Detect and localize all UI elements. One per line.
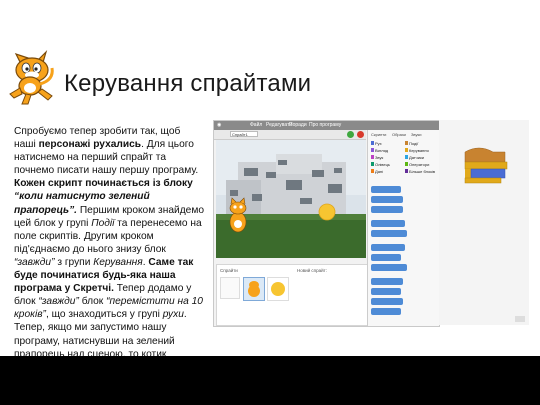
tab-scripts[interactable]: Скрипти: [371, 132, 386, 137]
new-sprite-label: Новий спрайт:: [297, 268, 327, 273]
block-turn-left[interactable]: [371, 206, 403, 213]
menu-item-about[interactable]: Про програму: [309, 122, 341, 128]
sprite-thumbnail-cat[interactable]: [243, 277, 265, 301]
body-paragraph: Спробуємо тепер зробити так, щоб наші пе…: [14, 125, 204, 356]
scratch-screenshot: ◉ Файл Редагувати Поради Про програму Сп…: [213, 120, 440, 327]
category-8[interactable]: Оператори: [405, 162, 433, 167]
menu-item-tips[interactable]: Поради: [289, 122, 307, 128]
tab-costumes[interactable]: Образи: [392, 132, 406, 137]
body-run: Події: [91, 217, 115, 229]
block-point-towards[interactable]: [371, 230, 407, 237]
category-3[interactable]: Олівець: [371, 162, 399, 167]
sprites-label: Спрайти: [220, 268, 238, 273]
category-label: Олівець: [375, 162, 390, 167]
block-change-x[interactable]: [371, 278, 403, 285]
category-swatch: [405, 169, 408, 173]
category-label: Звук: [375, 155, 384, 160]
scratch-menubar: ◉ Файл Редагувати Поради Про програму: [214, 121, 439, 130]
body-run: “завжди”: [38, 296, 79, 308]
scratch-cat-logo: [9, 49, 54, 105]
body-run: блок: [78, 296, 107, 308]
body-run: з групи: [54, 256, 94, 268]
category-6[interactable]: Керування: [405, 148, 433, 153]
stage[interactable]: [216, 140, 366, 258]
zoom-controls[interactable]: [515, 316, 525, 322]
category-label: Рух: [375, 141, 382, 146]
body-run: Кожен скрипт починається із блоку: [14, 178, 193, 190]
scratch-logo-mini: ◉: [217, 122, 222, 128]
category-swatch: [371, 169, 374, 173]
category-label: Дані: [375, 169, 384, 174]
category-2[interactable]: Звук: [371, 155, 399, 160]
script-panel[interactable]: [439, 120, 529, 325]
block-move[interactable]: [371, 186, 401, 193]
move-steps-block[interactable]: [470, 168, 506, 179]
category-7[interactable]: Датчики: [405, 155, 433, 160]
category-label: Події: [409, 141, 419, 146]
body-run: , що знаходиться у групі: [45, 309, 163, 321]
category-label: Керування: [409, 148, 429, 153]
block-glide[interactable]: [371, 264, 407, 271]
category-9[interactable]: Більше блоків: [405, 169, 435, 174]
menu-item-file[interactable]: Файл: [250, 122, 262, 128]
category-swatch: [405, 148, 408, 152]
category-label: Більше блоків: [409, 169, 435, 174]
green-flag-icon[interactable]: [347, 131, 354, 138]
category-5[interactable]: Події: [405, 141, 433, 146]
block-change-y[interactable]: [371, 298, 403, 305]
body-run: рухи: [162, 309, 184, 321]
category-swatch: [405, 162, 408, 166]
block-point-direction[interactable]: [371, 220, 405, 227]
category-swatch: [405, 155, 408, 159]
category-1[interactable]: Вигляд: [371, 148, 399, 153]
category-swatch: [371, 141, 374, 145]
block-goto[interactable]: [371, 254, 401, 261]
block-set-x[interactable]: [371, 288, 401, 295]
body-run: “завжди”: [14, 256, 55, 268]
category-0[interactable]: Рух: [371, 141, 399, 146]
category-label: Датчики: [409, 155, 424, 160]
stage-header: Спрайт1: [214, 130, 366, 140]
category-label: Вигляд: [375, 148, 389, 153]
ball-sprite[interactable]: [318, 203, 336, 221]
category-swatch: [371, 148, 374, 152]
sprite-pane: Спрайти Новий спрайт:: [216, 264, 368, 326]
sprite-thumbnail-ball[interactable]: [267, 277, 289, 301]
blocks-palette: Скрипти Образи Звуки Рух Вигляд Звук Олівец…: [367, 130, 439, 326]
slide: Керування спрайтами Спробуємо тепер зроб…: [0, 0, 540, 356]
sprite-name-field[interactable]: Спрайт1: [230, 131, 258, 137]
body-run: персонажі рухались: [38, 139, 142, 151]
slide-title: Керування спрайтами: [64, 70, 312, 97]
category-label: Оператори: [409, 162, 430, 167]
tab-sounds[interactable]: Звуки: [411, 132, 421, 137]
category-swatch: [371, 155, 374, 159]
block-turn-right[interactable]: [371, 196, 403, 203]
slide-body-text: Спробуємо тепер зробити так, щоб наші пе…: [14, 125, 204, 356]
cat-sprite[interactable]: [229, 197, 247, 233]
block-set-y[interactable]: [371, 308, 401, 315]
forever-block-top[interactable]: [464, 161, 508, 170]
block-goto-xy[interactable]: [371, 244, 405, 251]
category-4[interactable]: Дані: [371, 169, 399, 174]
category-swatch: [371, 162, 374, 166]
category-swatch: [405, 141, 408, 145]
forever-block-bottom: [464, 177, 502, 184]
stop-icon[interactable]: [357, 131, 364, 138]
body-run: Керування: [93, 256, 143, 268]
stage-thumbnail[interactable]: [220, 277, 240, 299]
